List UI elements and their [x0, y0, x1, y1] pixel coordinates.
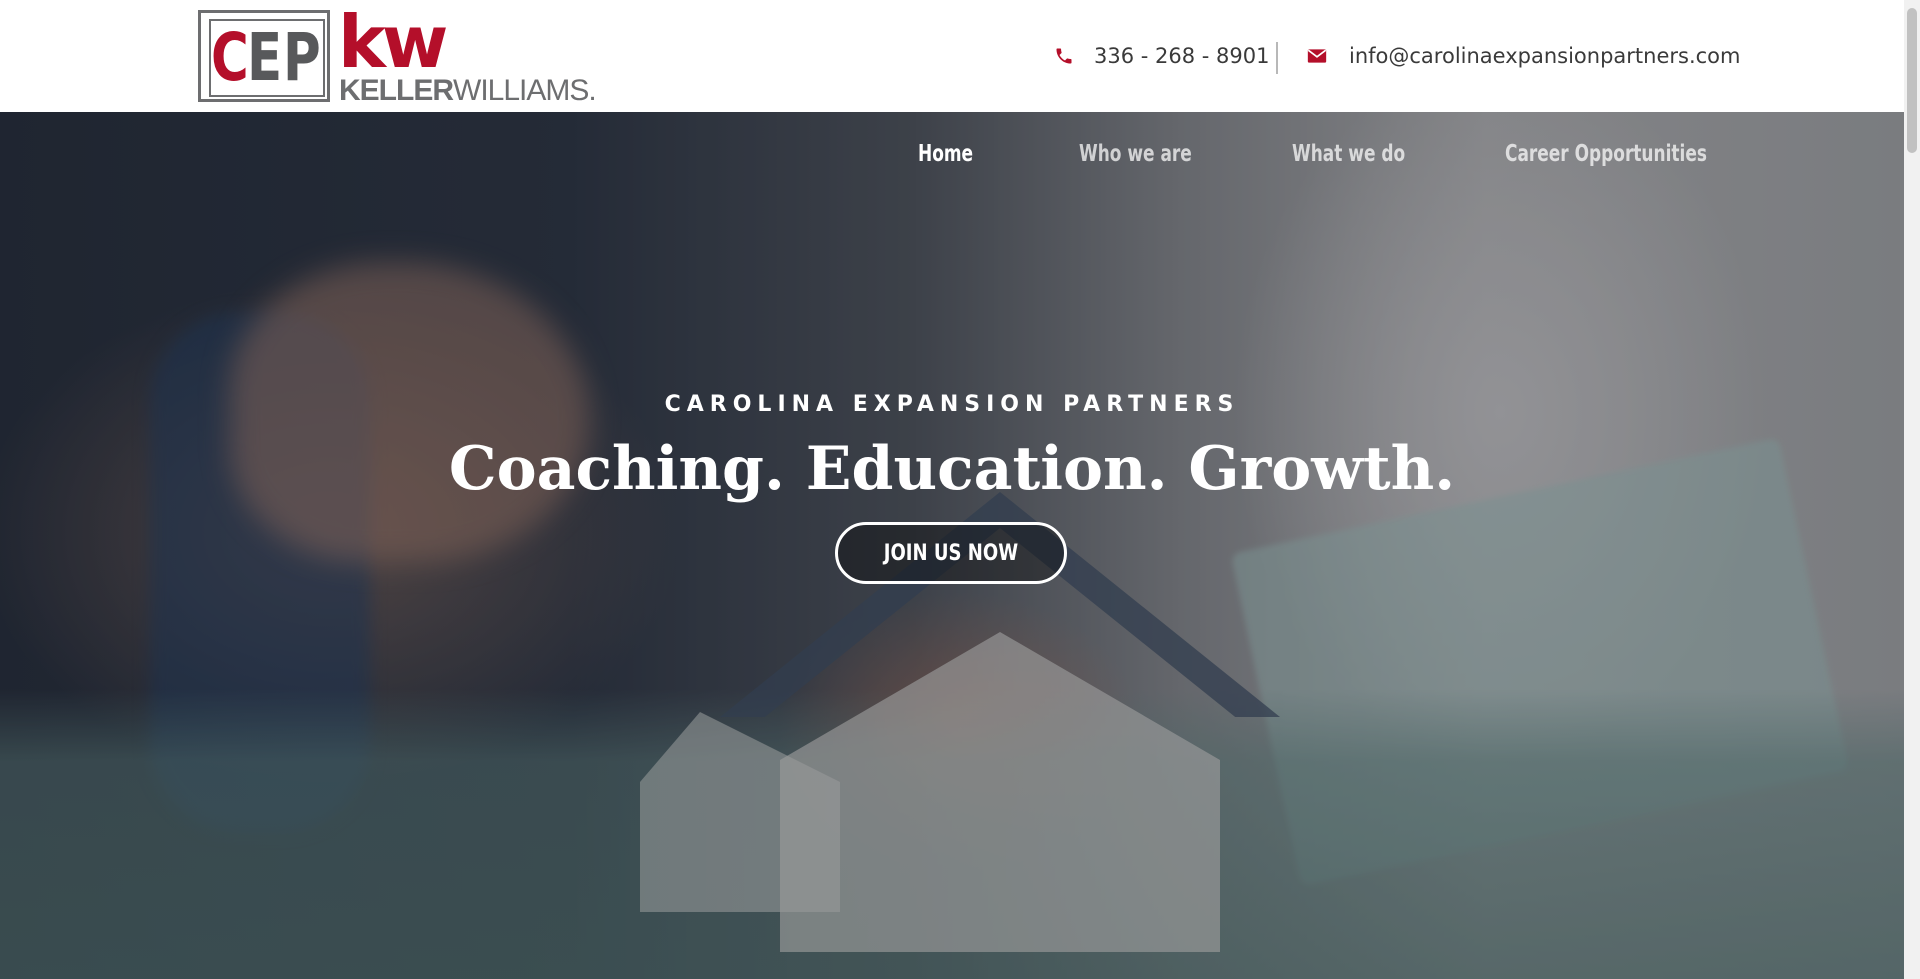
hero-eyebrow: CAROLINA EXPANSION PARTNERS	[664, 392, 1240, 417]
cep-kw-logo[interactable]: C EP kw KELLERWILLIAMS.	[198, 2, 597, 106]
cep-logo-ep: EP	[247, 19, 322, 96]
phone-contact[interactable]: 336 - 268 - 8901	[1054, 40, 1269, 72]
contact-divider	[1276, 42, 1278, 74]
page-scrollbar[interactable]	[1904, 0, 1920, 979]
cep-logo-frame: C EP	[198, 10, 330, 102]
cep-logo-c: C	[211, 19, 249, 96]
site-header: C EP kw KELLERWILLIAMS. 336 - 268 - 8901…	[0, 0, 1904, 112]
join-us-button[interactable]: JOIN US NOW	[835, 522, 1067, 584]
williams-text: WILLIAMS.	[453, 74, 597, 107]
email-contact[interactable]: info@carolinaexpansionpartners.com	[1305, 40, 1740, 72]
nav-item-home[interactable]: Home	[918, 134, 973, 174]
phone-number: 336 - 268 - 8901	[1094, 44, 1270, 68]
join-us-button-label: JOIN US NOW	[883, 540, 1019, 566]
email-address: info@carolinaexpansionpartners.com	[1349, 44, 1741, 68]
nav-item-what-we-do[interactable]: What we do	[1292, 134, 1405, 174]
envelope-icon	[1307, 49, 1327, 63]
nav-item-career-opportunities[interactable]: Career Opportunities	[1505, 134, 1707, 174]
keller-williams-wordmark: KELLERWILLIAMS.	[339, 74, 597, 107]
keller-text: KELLER	[339, 74, 454, 107]
main-nav: Home Who we are What we do Career Opport…	[0, 134, 1904, 174]
nav-item-who-we-are[interactable]: Who we are	[1079, 134, 1192, 174]
scrollbar-thumb[interactable]	[1907, 8, 1917, 153]
hero-banner: Home Who we are What we do Career Opport…	[0, 112, 1904, 979]
hero-headline: Coaching. Education. Growth.	[448, 434, 1456, 504]
kw-logo: kw	[338, 0, 448, 84]
phone-icon	[1056, 48, 1072, 64]
